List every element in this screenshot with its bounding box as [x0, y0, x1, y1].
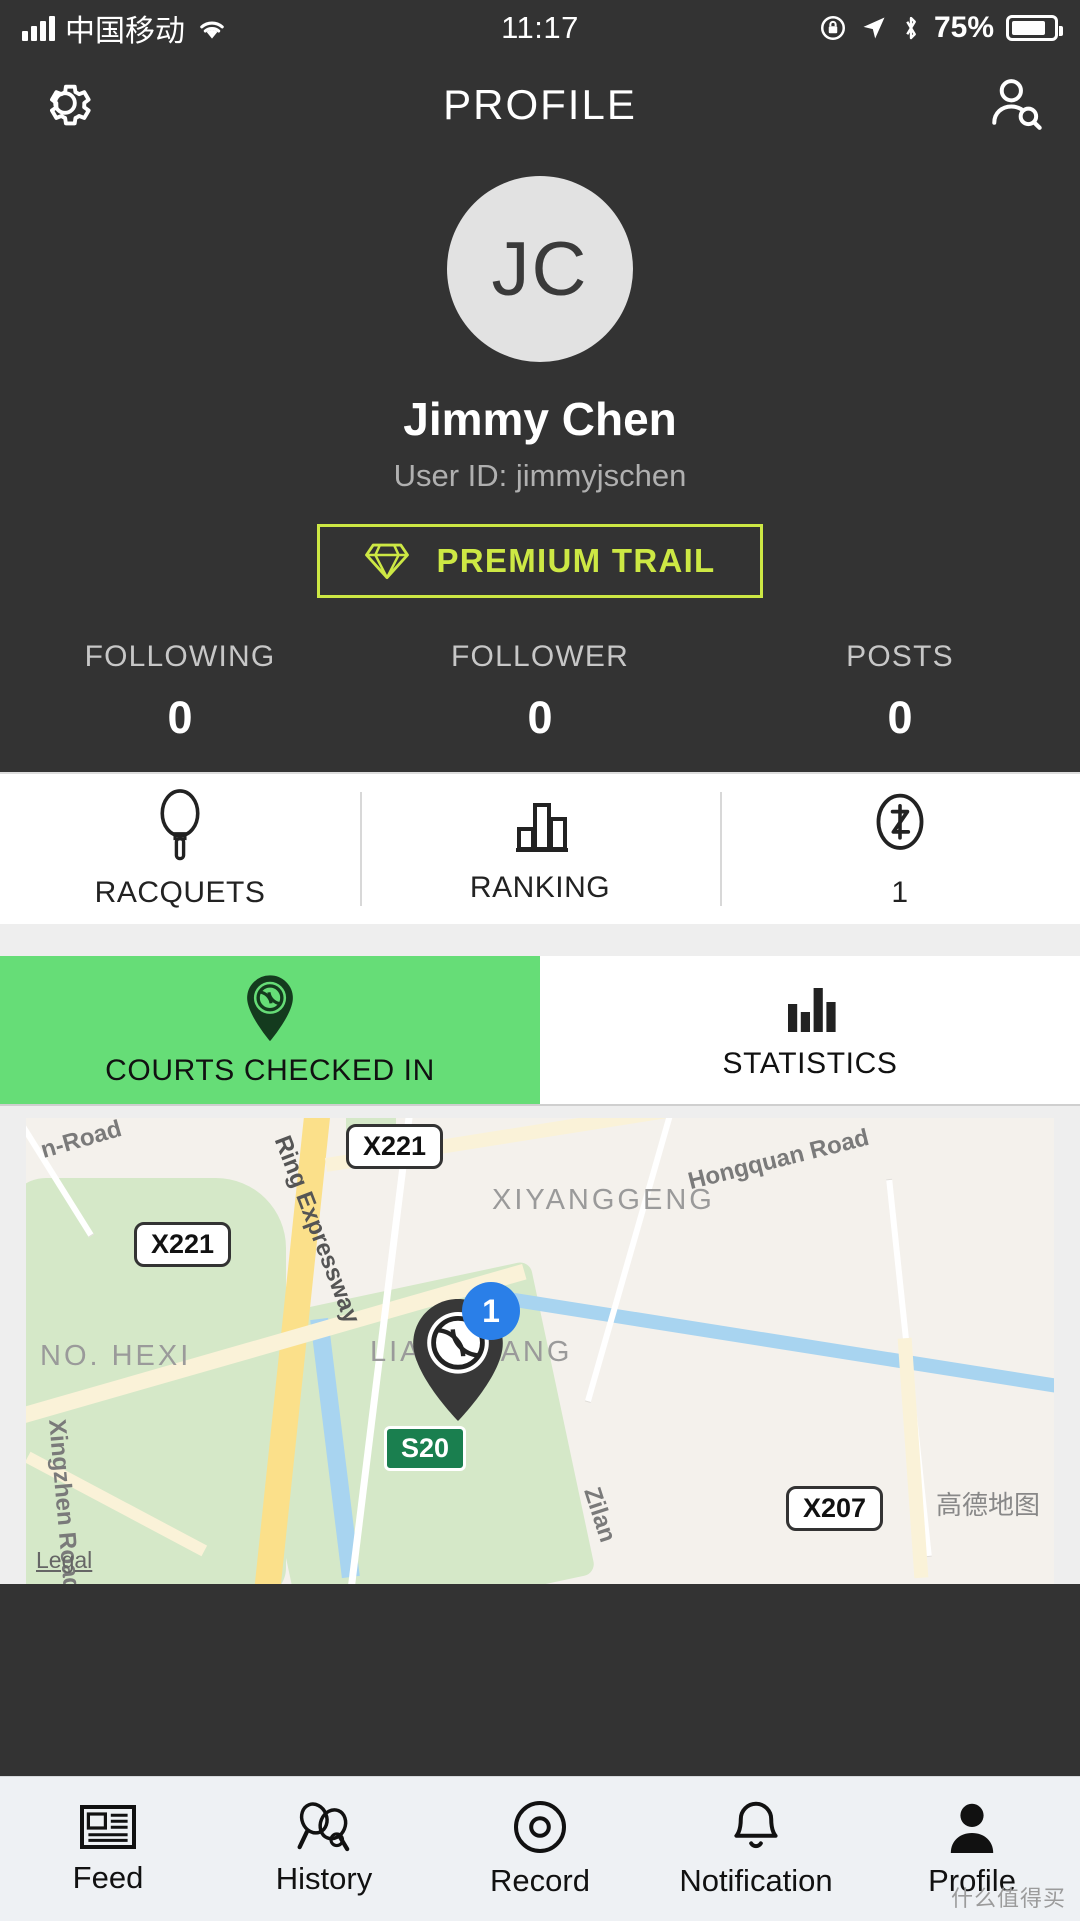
area-label: NO. HEXI — [40, 1340, 192, 1372]
battery-percent-label: 75% — [933, 11, 994, 44]
premium-trail-button[interactable]: PREMIUM TRAIL — [317, 524, 763, 598]
road-line — [897, 1337, 929, 1579]
quick-link-label: 1 — [891, 876, 909, 909]
marker-count-badge: 1 — [462, 1282, 520, 1340]
tab-statistics[interactable]: STATISTICS — [540, 956, 1080, 1104]
road-line — [584, 1118, 674, 1404]
river — [494, 1290, 1054, 1414]
quick-link-label: RACQUETS — [94, 876, 266, 909]
user-id: User ID: jimmyjschen — [393, 458, 687, 493]
tab-history[interactable]: History — [216, 1801, 432, 1897]
map-legal-link[interactable]: Legal — [36, 1547, 92, 1574]
racquets-history-icon — [297, 1802, 350, 1852]
tab-label: Notification — [679, 1863, 833, 1898]
bar-chart-icon — [788, 988, 836, 1032]
profile-header: JC Jimmy Chen User ID: jimmyjschen PREMI… — [0, 176, 1080, 772]
quick-link-ranking[interactable]: RANKING — [360, 774, 720, 924]
road-label: n-Road — [37, 1118, 125, 1164]
map-attribution: 高德地图 — [935, 1490, 1040, 1520]
app-root: 中国移动 11:17 75% PROFILE JC Jimmy Chen Use… — [0, 0, 1080, 1921]
quick-links-row: RACQUETS RANKING 1 — [0, 772, 1080, 924]
page-title: PROFILE — [443, 81, 637, 128]
stat-follower[interactable]: FOLLOWER 0 — [360, 640, 720, 744]
status-right: 75% — [818, 11, 1063, 45]
bottom-tab-bar: Feed History Record Notification Profile… — [0, 1776, 1080, 1921]
stats-row: FOLLOWING 0 FOLLOWER 0 POSTS 0 — [0, 640, 1080, 744]
route-shield: S20 — [384, 1426, 467, 1471]
tab-notification[interactable]: Notification — [648, 1799, 864, 1899]
tab-label: COURTS CHECKED IN — [105, 1054, 435, 1087]
tab-courts-checked-in[interactable]: COURTS CHECKED IN — [0, 956, 540, 1104]
quick-link-label: RANKING — [469, 871, 611, 904]
tab-label: History — [275, 1861, 373, 1896]
tab-label: Feed — [72, 1860, 144, 1895]
settings-button[interactable] — [34, 72, 96, 139]
stat-label: POSTS — [846, 640, 954, 673]
map-container[interactable]: n-Road Ring Expressway Hongquan Road Xin… — [0, 1106, 1080, 1584]
bluetooth-icon — [906, 16, 916, 40]
stat-label: FOLLOWING — [84, 640, 276, 673]
court-marker[interactable]: 1 — [408, 1282, 520, 1424]
racquet-icon — [160, 789, 200, 861]
tab-label: STATISTICS — [722, 1047, 898, 1080]
segment-tabs: COURTS CHECKED IN STATISTICS — [0, 956, 1080, 1106]
person-icon — [950, 1803, 994, 1853]
diamond-icon — [365, 543, 410, 580]
bell-icon — [734, 1801, 778, 1849]
record-icon — [514, 1801, 566, 1853]
area-label: XIYANGGENG — [492, 1184, 715, 1216]
stat-value: 0 — [887, 692, 913, 743]
route-shield: X221 — [134, 1222, 232, 1267]
tab-label: Record — [490, 1863, 590, 1898]
stat-label: FOLLOWER — [451, 640, 629, 673]
map-canvas[interactable]: n-Road Ring Expressway Hongquan Road Xin… — [26, 1118, 1054, 1584]
nav-bar: PROFILE — [0, 56, 1080, 154]
stat-posts[interactable]: POSTS 0 — [720, 640, 1080, 744]
premium-trail-label: PREMIUM TRAIL — [436, 542, 716, 579]
quick-link-badge[interactable]: 1 — [720, 774, 1080, 924]
location-arrow-icon — [863, 17, 885, 39]
premium-row: PREMIUM TRAIL — [0, 524, 1080, 598]
orientation-lock-icon — [820, 15, 845, 41]
person-search-icon — [992, 78, 1042, 130]
bar-chart-icon — [516, 803, 568, 852]
feed-icon — [80, 1805, 136, 1849]
route-shield: X221 — [346, 1124, 444, 1169]
stat-value: 0 — [527, 692, 553, 743]
stat-following[interactable]: FOLLOWING 0 — [0, 640, 360, 744]
find-friends-button[interactable] — [982, 71, 1046, 140]
status-bar: 中国移动 11:17 75% — [0, 0, 1080, 56]
avatar[interactable]: JC — [447, 176, 633, 362]
badge-circle-icon — [876, 793, 924, 850]
user-name: Jimmy Chen — [403, 393, 677, 445]
gear-icon — [50, 84, 91, 125]
stat-value: 0 — [167, 692, 193, 743]
section-divider — [0, 924, 1080, 956]
battery-icon — [1006, 15, 1063, 41]
court-pin-icon — [247, 975, 293, 1042]
tab-record[interactable]: Record — [432, 1799, 648, 1899]
watermark: 什么值得买 — [950, 1886, 1066, 1911]
quick-link-racquets[interactable]: RACQUETS — [0, 774, 360, 924]
route-shield: X207 — [786, 1486, 884, 1531]
tab-feed[interactable]: Feed — [0, 1802, 216, 1896]
